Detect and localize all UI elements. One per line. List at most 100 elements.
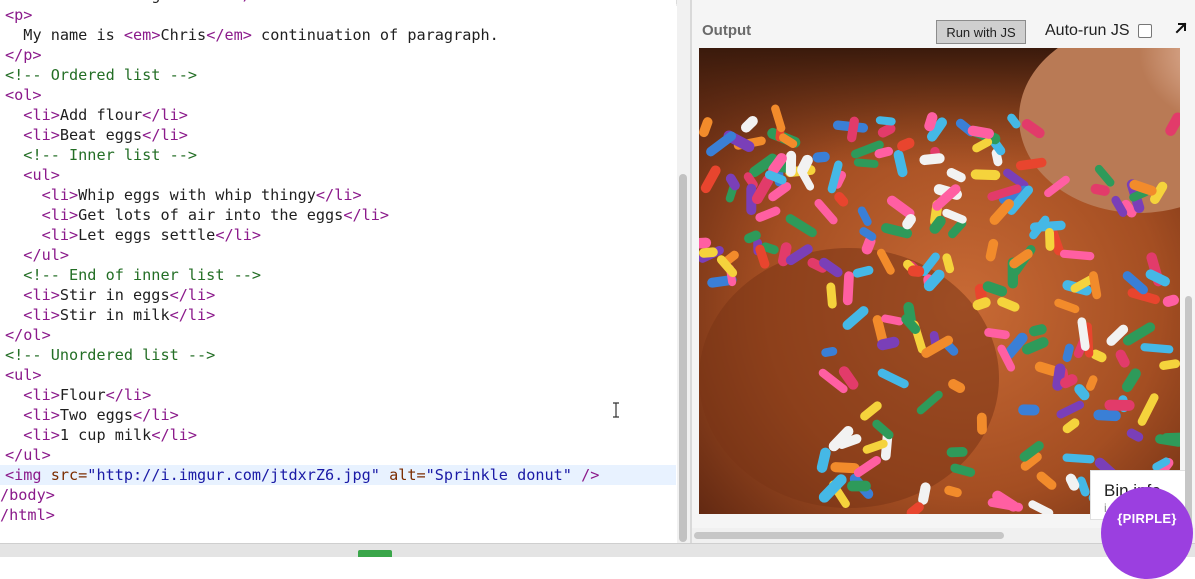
code-token: alt=: [389, 466, 426, 484]
bottom-bar: [0, 543, 1195, 557]
sprinkle: [970, 169, 1001, 181]
code-token: Two eggs: [59, 406, 134, 424]
code-line[interactable]: <li>Flour</li>: [0, 385, 676, 405]
code-line[interactable]: <!-- Unordered list -->: [0, 345, 676, 365]
code-token: My name is: [23, 26, 124, 44]
editor-scroll-thumb[interactable]: [679, 174, 687, 542]
code-token: </li>: [105, 386, 152, 404]
expand-arrow-icon[interactable]: [1173, 20, 1189, 36]
code-line[interactable]: <!-- End of inner list -->: [0, 265, 676, 285]
code-token: src=: [50, 466, 88, 484]
code-token: <img: [5, 466, 51, 484]
sprinkle: [842, 271, 854, 306]
code-lines[interactable]: <h2>I am learning HTML :D</h2> <p> My nam…: [0, 0, 676, 525]
code-token: <!-- Ordered list -->: [5, 66, 198, 84]
output-hscroll-thumb[interactable]: [694, 532, 1004, 539]
code-token: <li>: [41, 206, 79, 224]
code-line[interactable]: /body>: [0, 485, 671, 505]
pirple-badge: {PIRPLE}: [1101, 487, 1193, 579]
auto-run-checkbox[interactable]: [1138, 24, 1152, 38]
code-token: I am learning HTML :D: [42, 0, 234, 4]
code-token: Add flour: [59, 106, 143, 124]
code-token: <!-- Inner list -->: [23, 146, 198, 164]
sprinkle: [847, 480, 871, 492]
output-scroll-thumb[interactable]: [1185, 296, 1192, 526]
code-line[interactable]: <li>Let eggs settle</li>: [0, 225, 676, 245]
output-scrollbar[interactable]: [1182, 48, 1195, 528]
code-token: </li>: [142, 126, 188, 144]
text-cursor-icon: [613, 402, 619, 418]
output-panel: Output Run with JS Auto-run JS i: [692, 0, 1195, 543]
sprinkle: [1104, 399, 1135, 411]
editor-scrollbar[interactable]: [677, 0, 690, 543]
code-token: Get lots of air into the eggs: [78, 206, 344, 224]
code-token: 1 cup milk: [59, 426, 152, 444]
code-token: </em>: [206, 26, 252, 44]
code-token: <p>: [5, 6, 33, 24]
code-token: </li>: [151, 426, 198, 444]
code-token: <li>: [23, 286, 60, 304]
code-token: </li>: [142, 106, 188, 124]
code-line[interactable]: <li>Stir in eggs</li>: [0, 285, 676, 305]
code-line[interactable]: <li>1 cup milk</li>: [0, 425, 676, 445]
code-token: Chris: [160, 26, 207, 44]
code-token: /body>: [0, 486, 55, 504]
sprinkle: [1045, 228, 1055, 251]
code-line[interactable]: /html>: [0, 505, 671, 525]
sprinkle: [785, 150, 797, 177]
code-line[interactable]: <!-- Inner list -->: [0, 145, 676, 165]
code-token: <li>: [23, 106, 60, 124]
pirple-badge-text: {PIRPLE}: [1117, 510, 1177, 526]
sprinkle: [1093, 409, 1121, 422]
code-token: <li>: [23, 386, 60, 404]
code-token: <li>: [23, 126, 60, 144]
code-line[interactable]: <p>: [0, 5, 676, 25]
run-with-js-button[interactable]: Run with JS: [936, 20, 1026, 44]
code-token: </p>: [5, 46, 42, 64]
code-line[interactable]: <li>Whip eggs with whip thingy</li>: [0, 185, 676, 205]
code-token: Let eggs settle: [78, 226, 216, 244]
code-line[interactable]: </ul>: [0, 445, 676, 465]
code-token: <!-- End of inner list -->: [23, 266, 262, 284]
code-line[interactable]: <li>Stir in milk</li>: [0, 305, 676, 325]
code-token: continuation of paragraph.: [251, 26, 499, 44]
code-line[interactable]: <ul>: [0, 365, 676, 385]
code-token: </li>: [169, 306, 216, 324]
code-line[interactable]: </ul>: [0, 245, 676, 265]
code-token: <li>: [23, 426, 60, 444]
code-line[interactable]: <li>Get lots of air into the eggs</li>: [0, 205, 676, 225]
code-line[interactable]: <ol>: [0, 85, 676, 105]
html-editor[interactable]: <h2>I am learning HTML :D</h2> <p> My nam…: [0, 0, 676, 543]
sprinkle: [1162, 432, 1180, 442]
code-token: </ul>: [23, 246, 70, 264]
code-token: </li>: [215, 226, 262, 244]
code-line[interactable]: </p>: [0, 45, 676, 65]
code-token: <!-- Unordered list -->: [5, 346, 216, 364]
code-token: </li>: [169, 286, 216, 304]
code-line[interactable]: <li>Beat eggs</li>: [0, 125, 676, 145]
code-token: <li>: [41, 186, 79, 204]
code-line[interactable]: <!-- Ordered list -->: [0, 65, 676, 85]
code-line[interactable]: <img src="http://i.imgur.com/jtdxrZ6.jpg…: [0, 465, 676, 485]
code-line[interactable]: My name is <em>Chris</em> continuation o…: [0, 25, 676, 45]
code-token: /html>: [0, 506, 55, 524]
code-line[interactable]: <li>Add flour</li>: [0, 105, 676, 125]
code-token: <em>: [123, 26, 161, 44]
code-line[interactable]: <li>Two eggs</li>: [0, 405, 676, 425]
code-token: />: [571, 466, 600, 484]
code-line[interactable]: </ol>: [0, 325, 676, 345]
code-token: <li>: [41, 226, 79, 244]
code-line[interactable]: <ul>: [0, 165, 676, 185]
code-token: <li>: [23, 406, 60, 424]
